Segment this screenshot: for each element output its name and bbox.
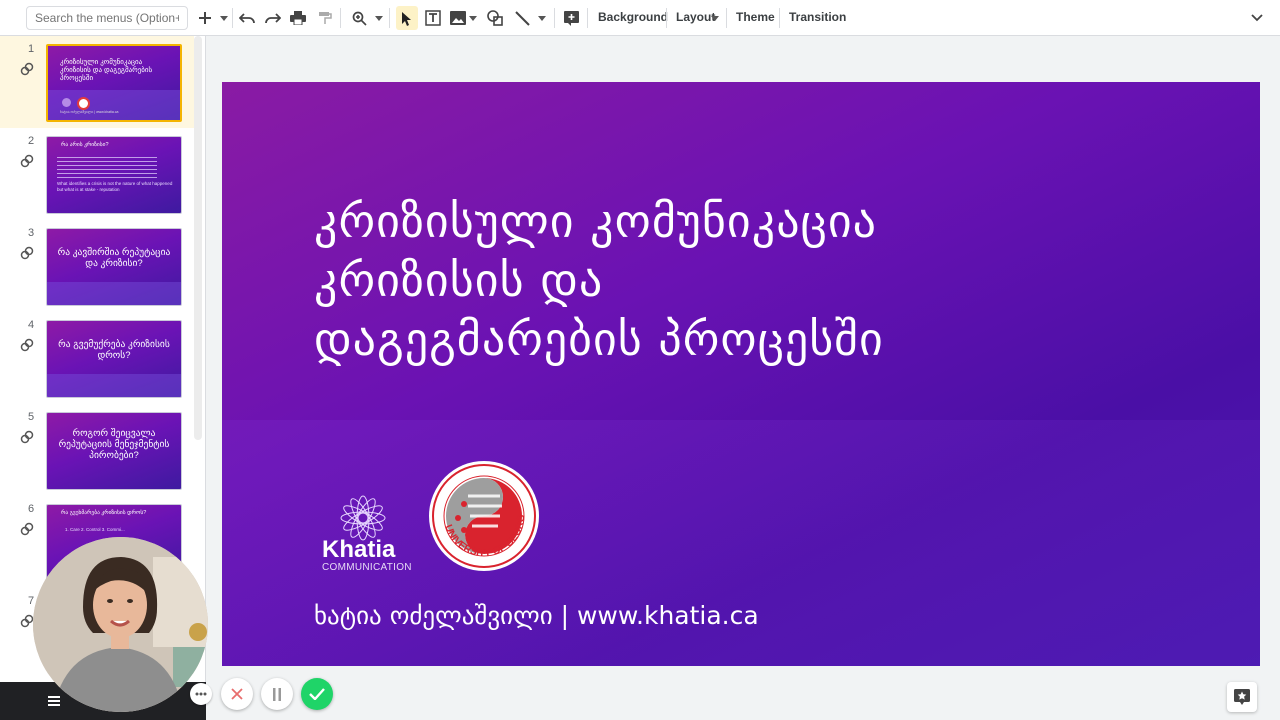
slide-number: 7 <box>28 595 35 607</box>
slide-preview-body: 1. Care 2. Control 3. Commi... <box>65 527 125 532</box>
slide-preview-title: კრიზისული კომუნიკაცია კრიზისის და დაგეგმ… <box>60 59 153 82</box>
image-dropdown-icon[interactable] <box>468 6 478 30</box>
line-icon[interactable] <box>513 6 531 30</box>
toolbar-divider <box>779 8 780 28</box>
slide-thumbnail-5[interactable]: 5 როგორ შეიცვალა რეპუტაციის მენეჯმენტის … <box>0 404 194 496</box>
presenter-camera-bubble[interactable] <box>33 537 208 712</box>
redo-icon[interactable] <box>264 6 282 30</box>
slide-number: 5 <box>28 411 35 423</box>
slide-thumbnail-3[interactable]: 3 რა კავშირშია რეპუტაცია და კრიზისი? <box>0 220 194 312</box>
slide-preview-title: როგორ შეიცვალა რეპუტაციის მენეჯმენტის პი… <box>58 428 170 461</box>
shape-icon[interactable] <box>486 6 504 30</box>
explore-button[interactable] <box>1227 682 1257 712</box>
slide-preview-band <box>47 282 181 305</box>
filmstrip-scrollbar[interactable] <box>194 36 202 440</box>
khatia-logo-subtitle: COMMUNICATION <box>322 562 412 573</box>
print-icon[interactable] <box>289 6 307 30</box>
grid-view-icon[interactable] <box>48 696 60 706</box>
link-icon <box>20 338 34 352</box>
zoom-dropdown-icon[interactable] <box>373 6 385 30</box>
toolbar-divider <box>666 8 667 28</box>
university-logo-icon <box>77 97 90 110</box>
link-icon <box>20 154 34 168</box>
slide-number: 2 <box>28 135 35 147</box>
slide-preview-title: რა გვეხმარება კრიზისის დროს? <box>61 510 147 516</box>
slide-preview-body: What identifies a crisis is not the natu… <box>57 181 173 192</box>
explore-star-icon <box>1234 689 1250 705</box>
slide-number: 4 <box>28 319 35 331</box>
university-of-georgia-logo-icon: UNIVERSITY OF GEORGIA <box>428 460 539 571</box>
toolbar-divider <box>389 8 390 28</box>
cancel-recording-button[interactable] <box>221 678 253 710</box>
more-horizontal-icon <box>195 692 207 696</box>
text-box-icon[interactable] <box>424 6 442 30</box>
slide-preview: როგორ შეიცვალა რეპუტაციის მენეჯმენტის პი… <box>46 412 182 490</box>
slide-footer[interactable]: ხატია ოძელაშვილი | www.khatia.ca <box>314 601 759 630</box>
slide-number: 1 <box>28 43 35 55</box>
link-icon <box>20 246 34 260</box>
slide-preview-title: რა გვემუქრება კრიზისის დროს? <box>58 339 170 361</box>
line-dropdown-icon[interactable] <box>536 6 548 30</box>
slide-canvas[interactable]: კრიზისული კომუნიკაცია კრიზისის და დაგეგმ… <box>222 82 1260 666</box>
toolbar-divider <box>340 8 341 28</box>
slide-preview-title: რა კავშირშია რეპუტაცია და კრიზისი? <box>57 247 171 269</box>
slide-preview: რა კავშირშია რეპუტაცია და კრიზისი? <box>46 228 182 306</box>
slide-thumbnail-4[interactable]: 4 რა გვემუქრება კრიზისის დროს? <box>0 312 194 404</box>
slide-title[interactable]: კრიზისული კომუნიკაცია კრიზისის და დაგეგმ… <box>314 192 1174 369</box>
pause-recording-button[interactable] <box>261 678 293 710</box>
paint-format-icon[interactable] <box>316 6 334 30</box>
slide-title-line: კრიზისის და <box>314 253 604 307</box>
slide-number: 3 <box>28 227 35 239</box>
finish-recording-button[interactable] <box>301 678 333 710</box>
close-icon <box>231 688 243 700</box>
background-button[interactable]: Background <box>598 10 668 24</box>
link-icon <box>20 522 34 536</box>
link-icon <box>20 614 34 628</box>
new-slide-dropdown-icon[interactable] <box>218 6 230 30</box>
toolbar-divider <box>554 8 555 28</box>
new-slide-icon[interactable] <box>196 6 214 30</box>
slide-preview: კრიზისული კომუნიკაცია კრიზისის და დაგეგმ… <box>46 44 182 122</box>
khatia-logo-icon <box>62 98 71 107</box>
slide-number: 6 <box>28 503 35 515</box>
slide-preview-title: რა არის კრიზისი? <box>61 142 109 148</box>
add-comment-icon[interactable] <box>562 6 580 30</box>
undo-icon[interactable] <box>238 6 256 30</box>
zoom-icon[interactable] <box>350 6 368 30</box>
slide-preview-text-lines <box>57 157 157 179</box>
layout-dropdown-icon[interactable] <box>710 6 720 30</box>
slide-preview: რა არის კრიზისი? What identifies a crisi… <box>46 136 182 214</box>
slide-title-line: დაგეგმარების პროცესში <box>314 312 884 366</box>
pause-icon <box>273 687 281 701</box>
slide-thumbnail-1[interactable]: 1 კრიზისული კომუნიკაცია კრიზისის და დაგე… <box>0 36 194 128</box>
toolbar-divider <box>232 8 233 28</box>
slide-preview-footer: ხატია ოძელაშვილი | www.khatia.ca <box>60 110 119 114</box>
slide-preview-band <box>47 374 181 397</box>
toolbar-divider <box>726 8 727 28</box>
theme-button[interactable]: Theme <box>736 10 775 24</box>
toolbar: Background Layout Theme Transition <box>0 0 1280 36</box>
search-menus-input[interactable] <box>26 6 188 30</box>
more-options-button[interactable] <box>190 683 212 705</box>
transition-button[interactable]: Transition <box>789 10 846 24</box>
link-icon <box>20 62 34 76</box>
collapse-toolbar-icon[interactable] <box>1248 6 1266 30</box>
toolbar-divider <box>587 8 588 28</box>
link-icon <box>20 430 34 444</box>
slide-title-line: კრიზისული კომუნიკაცია <box>314 194 878 248</box>
image-icon[interactable] <box>449 6 467 30</box>
presenter-video-icon <box>33 537 208 712</box>
slide-thumbnail-2[interactable]: 2 რა არის კრიზისი? What identifies a cri… <box>0 128 194 220</box>
slide-preview: რა გვემუქრება კრიზისის დროს? <box>46 320 182 398</box>
khatia-logo-name: Khatia <box>322 536 396 563</box>
select-cursor-icon[interactable] <box>396 6 418 30</box>
check-icon <box>309 688 325 700</box>
